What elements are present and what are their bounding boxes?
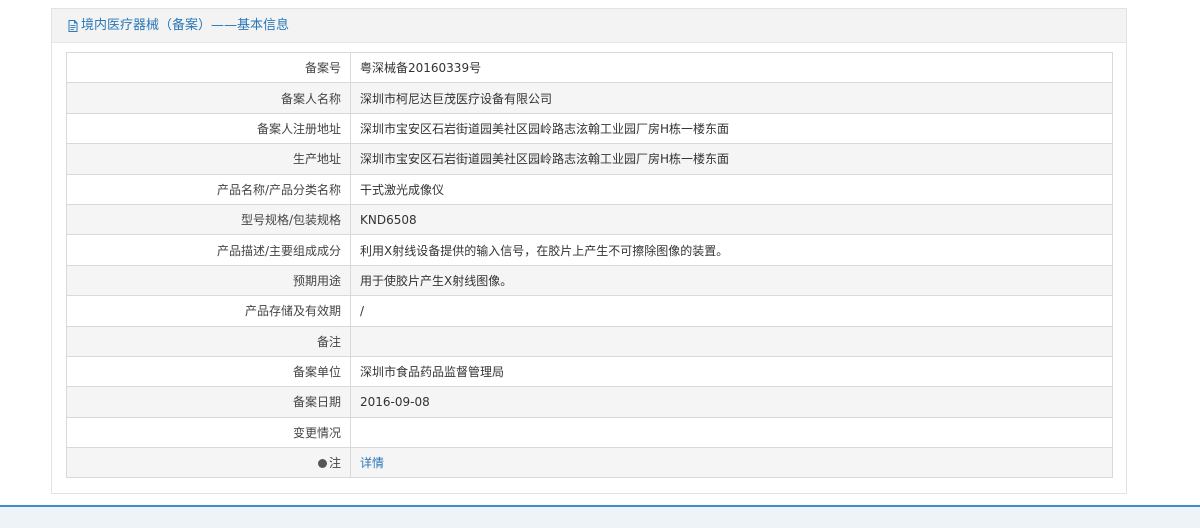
basic-info-panel: 境内医疗器械（备案）——基本信息 备案号 粤深械备20160339号 备案人名称…: [51, 8, 1127, 494]
details-link[interactable]: 详情: [360, 456, 384, 470]
row-value-product-name: 干式激光成像仪: [350, 173, 1113, 205]
table-row: 产品描述/主要组成成分 利用X射线设备提供的输入信号，在胶片上产生不可擦除图像的…: [66, 234, 1113, 266]
note-label: 注: [328, 456, 341, 471]
row-value-filing-number: 粤深械备20160339号: [350, 51, 1113, 84]
row-value-production-address: 深圳市宝安区石岩街道园美社区园岭路志泫翰工业园厂房H栋一楼东面: [350, 143, 1113, 175]
bottom-band: [0, 505, 1200, 528]
row-label-production-address: 生产地址: [66, 143, 351, 175]
row-value-registered-address: 深圳市宝安区石岩街道园美社区园岭路志泫翰工业园厂房H栋一楼东面: [350, 112, 1113, 145]
table-row: 产品存储及有效期 /: [66, 295, 1113, 327]
row-value-storage-validity: /: [350, 295, 1113, 327]
row-label-intended-use: 预期用途: [66, 264, 351, 297]
row-label-filer-name: 备案人名称: [66, 82, 351, 114]
row-label-note: 注: [66, 447, 351, 479]
row-value-filing-authority: 深圳市食品药品监督管理局: [350, 355, 1113, 388]
table-row: 备案人注册地址 深圳市宝安区石岩街道园美社区园岭路志泫翰工业园厂房H栋一楼东面: [66, 112, 1113, 145]
table-row: 型号规格/包装规格 KND6508: [66, 203, 1113, 236]
table-row: 产品名称/产品分类名称 干式激光成像仪: [66, 173, 1113, 205]
row-label-filing-date: 备案日期: [66, 386, 351, 418]
page-title: 境内医疗器械（备案）——基本信息: [81, 18, 290, 33]
table-row: 变更情况: [66, 416, 1113, 449]
row-label-filing-authority: 备案单位: [66, 355, 351, 388]
table-row: 备案日期 2016-09-08: [66, 386, 1113, 418]
row-label-remarks: 备注: [66, 325, 351, 357]
row-label-change-history: 变更情况: [66, 416, 351, 449]
row-value-product-description: 利用X射线设备提供的输入信号，在胶片上产生不可擦除图像的装置。: [350, 234, 1113, 266]
row-label-storage-validity: 产品存储及有效期: [66, 295, 351, 327]
row-value-change-history: [350, 416, 1113, 449]
info-table: 备案号 粤深械备20160339号 备案人名称 深圳市柯尼达巨茂医疗设备有限公司…: [66, 51, 1113, 479]
table-row: 预期用途 用于使胶片产生X射线图像。: [66, 264, 1113, 297]
row-label-model-spec: 型号规格/包装规格: [66, 203, 351, 236]
table-row: 备案单位 深圳市食品药品监督管理局: [66, 355, 1113, 388]
row-value-filer-name: 深圳市柯尼达巨茂医疗设备有限公司: [350, 82, 1113, 114]
row-value-remarks: [350, 325, 1113, 357]
table-row: 注 详情: [66, 447, 1113, 479]
row-label-registered-address: 备案人注册地址: [66, 112, 351, 145]
row-label-filing-number: 备案号: [66, 51, 351, 84]
row-value-note: 详情: [350, 447, 1113, 479]
row-value-filing-date: 2016-09-08: [350, 386, 1113, 418]
table-row: 备案人名称 深圳市柯尼达巨茂医疗设备有限公司: [66, 82, 1113, 114]
table-row: 备案号 粤深械备20160339号: [66, 51, 1113, 84]
table-row: 生产地址 深圳市宝安区石岩街道园美社区园岭路志泫翰工业园厂房H栋一楼东面: [66, 143, 1113, 175]
table-row: 备注: [66, 325, 1113, 357]
row-value-intended-use: 用于使胶片产生X射线图像。: [350, 264, 1113, 297]
row-label-product-name: 产品名称/产品分类名称: [66, 173, 351, 205]
note-dot-icon: [317, 459, 327, 469]
panel-header: 境内医疗器械（备案）——基本信息: [52, 9, 1126, 43]
row-value-model-spec: KND6508: [350, 203, 1113, 236]
row-label-product-description: 产品描述/主要组成成分: [66, 234, 351, 266]
document-icon: [66, 19, 80, 33]
